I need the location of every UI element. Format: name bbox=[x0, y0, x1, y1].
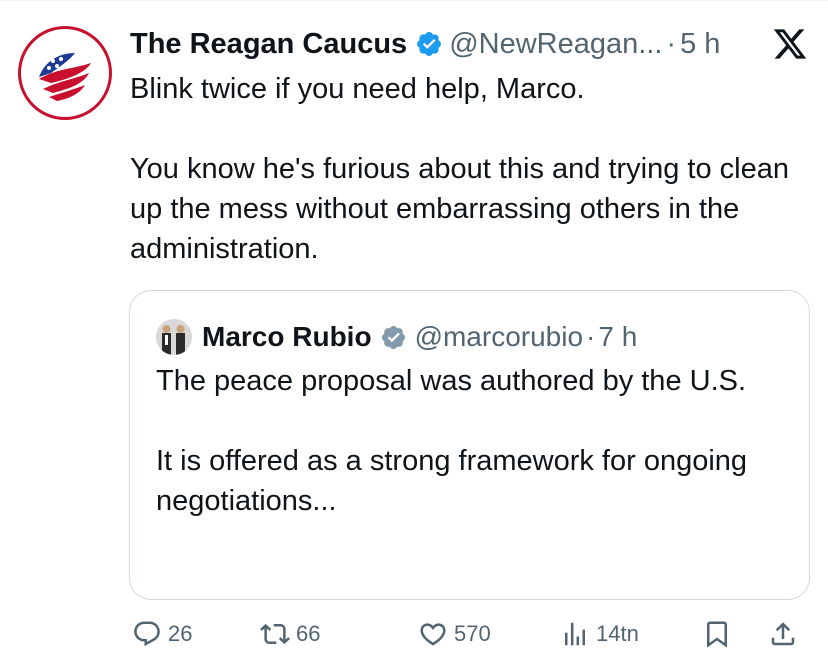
quoted-tweet-card[interactable]: Marco Rubio @marcorubio · 7 h The peace … bbox=[129, 290, 810, 600]
author-display-name[interactable]: The Reagan Caucus bbox=[130, 28, 407, 61]
verified-badge-icon bbox=[381, 325, 405, 349]
tweet-actions-bar: 26 66 570 14tn bbox=[130, 614, 810, 654]
quote-text: The peace proposal was authored by the U… bbox=[156, 361, 786, 521]
repost-count: 66 bbox=[296, 621, 321, 646]
separator-dot: · bbox=[586, 321, 596, 352]
like-count: 570 bbox=[454, 621, 491, 646]
share-icon bbox=[771, 622, 795, 646]
avatar[interactable] bbox=[18, 26, 112, 120]
share-button[interactable] bbox=[768, 614, 798, 654]
separator-dot: · bbox=[666, 27, 677, 60]
reply-icon bbox=[134, 621, 160, 647]
quote-author-handle: @marcorubio bbox=[414, 321, 584, 352]
views-button[interactable]: 14tn bbox=[560, 614, 639, 654]
tweet-text: Blink twice if you need help, Marco. You… bbox=[130, 69, 820, 269]
reagan-caucus-logo-icon bbox=[39, 53, 91, 101]
tweet-text-paragraph: You know he's furious about this and try… bbox=[130, 153, 789, 265]
quote-text-paragraph: The peace proposal was authored by the U… bbox=[156, 365, 747, 397]
quote-header: Marco Rubio @marcorubio · 7 h bbox=[156, 317, 637, 357]
author-handle[interactable]: @NewReagan... bbox=[449, 28, 662, 61]
like-button[interactable]: 570 bbox=[418, 614, 491, 654]
views-icon bbox=[565, 622, 585, 646]
x-logo-icon[interactable] bbox=[772, 26, 808, 62]
quote-avatar bbox=[156, 319, 192, 355]
top-divider bbox=[0, 0, 828, 1]
tweet-text-line: Blink twice if you need help, Marco. bbox=[130, 73, 585, 105]
retweet-icon bbox=[260, 623, 290, 645]
like-icon bbox=[420, 623, 446, 646]
quote-text-paragraph: It is offered as a strong framework for … bbox=[156, 445, 748, 517]
views-count: 14tn bbox=[596, 621, 639, 646]
quote-timestamp: 7 h bbox=[598, 321, 638, 352]
reply-count: 26 bbox=[168, 621, 193, 646]
repost-button[interactable]: 66 bbox=[260, 614, 320, 654]
bookmark-button[interactable] bbox=[702, 614, 732, 654]
avatar-photo-icon bbox=[156, 319, 192, 355]
quote-author-display-name: Marco Rubio bbox=[202, 321, 372, 352]
verified-badge-icon bbox=[417, 32, 442, 56]
tweet-timestamp[interactable]: 5 h bbox=[680, 28, 720, 61]
reply-button[interactable]: 26 bbox=[132, 614, 192, 654]
bookmark-icon bbox=[707, 621, 727, 648]
tweet-header: The Reagan Caucus @NewReagan... · 5 h bbox=[130, 22, 720, 66]
